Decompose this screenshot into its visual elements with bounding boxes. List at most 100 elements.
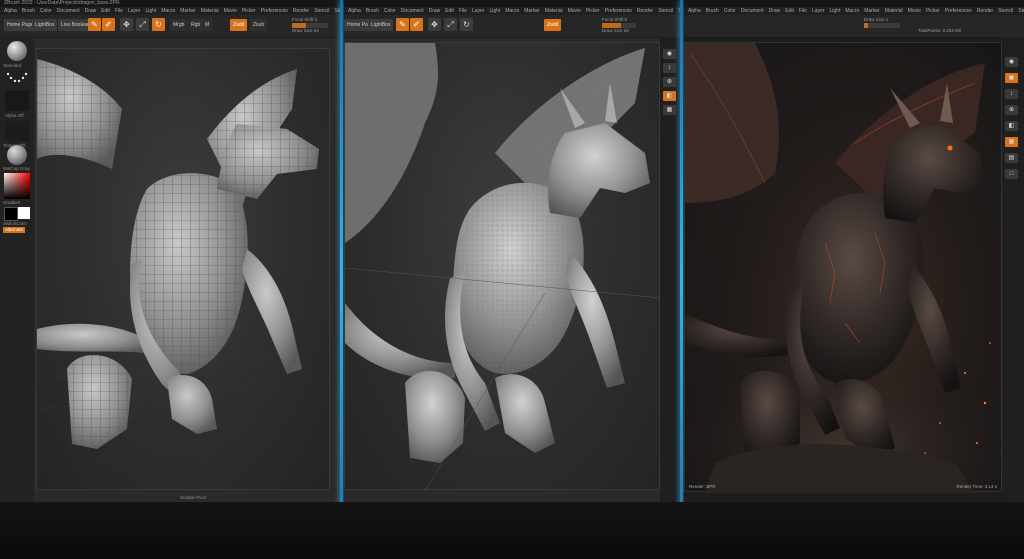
spix-button[interactable]: ▣ xyxy=(1005,73,1018,83)
menu-item-document[interactable]: Document xyxy=(741,8,764,14)
menu-item-picker[interactable]: Picker xyxy=(926,8,940,14)
menu-item-picker[interactable]: Picker xyxy=(242,8,256,14)
move-button[interactable]: ✥ xyxy=(428,18,441,31)
menu-item-marker[interactable]: Marker xyxy=(524,8,540,14)
scroll-button[interactable]: ↕ xyxy=(1005,89,1018,99)
main-menu[interactable]: Alpha Brush Color Document Draw Edit File Layer… xyxy=(344,7,680,15)
menu-item-preferences[interactable]: Preferences xyxy=(261,8,288,14)
menu-item-color[interactable]: Color xyxy=(384,8,396,14)
menu-item-edit[interactable]: Edit xyxy=(445,8,454,14)
viewport-canvas[interactable] xyxy=(36,48,331,491)
menu-item-draw[interactable]: Draw xyxy=(769,8,781,14)
move-button[interactable]: ✥ xyxy=(120,18,133,31)
menu-item-edit[interactable]: Edit xyxy=(785,8,794,14)
viewport-canvas[interactable] xyxy=(344,42,661,491)
actual-button[interactable]: ◧ xyxy=(1005,121,1018,131)
persp-button[interactable]: ▦ xyxy=(663,105,676,115)
edit-button[interactable]: ✎ xyxy=(88,18,101,31)
menu-item-picker[interactable]: Picker xyxy=(586,8,600,14)
main-menu[interactable]: Alpha Brush Color Document Draw Edit File Layer… xyxy=(684,7,1024,15)
main-color-swatch[interactable] xyxy=(4,207,18,221)
menu-item-preferences[interactable]: Preferences xyxy=(945,8,972,14)
menu-item-layer[interactable]: Layer xyxy=(472,8,485,14)
zadd-button[interactable]: Zadd xyxy=(230,19,248,31)
menu-item-edit[interactable]: Edit xyxy=(101,8,110,14)
scale-button[interactable]: ⤢ xyxy=(136,18,149,31)
menu-item-movie[interactable]: Movie xyxy=(224,8,237,14)
brush-icon[interactable] xyxy=(7,41,27,61)
render-canvas[interactable]: Active Points: 1.812 Mil xyxy=(684,42,1002,493)
zsub-button[interactable]: Zsub xyxy=(250,19,268,31)
alpha-icon[interactable] xyxy=(5,91,29,111)
scroll-button[interactable]: ↕ xyxy=(663,63,676,73)
lightbox-button[interactable]: LightBox xyxy=(368,19,394,31)
menu-item-layer[interactable]: Layer xyxy=(128,8,141,14)
color-picker-icon[interactable] xyxy=(4,173,30,199)
menu-item-macro[interactable]: Macro xyxy=(505,8,519,14)
menu-item-marker[interactable]: Marker xyxy=(864,8,880,14)
floor-button[interactable]: ▤ xyxy=(1005,153,1018,163)
menu-item-stroke[interactable]: Stroke xyxy=(1018,8,1024,14)
persp-button[interactable]: ▦ xyxy=(1005,137,1018,147)
menu-item-color[interactable]: Color xyxy=(724,8,736,14)
menu-item-document[interactable]: Document xyxy=(57,8,80,14)
texture-icon[interactable] xyxy=(5,121,29,141)
alternate-toggle[interactable]: Alternate xyxy=(3,227,26,233)
rotate-button[interactable]: ↻ xyxy=(460,18,473,31)
menu-item-alpha[interactable]: Alpha xyxy=(4,8,17,14)
menu-item-render[interactable]: Render xyxy=(293,8,309,14)
scale-button[interactable]: ⤢ xyxy=(444,18,457,31)
menu-item-preferences[interactable]: Preferences xyxy=(605,8,632,14)
mrgb-button[interactable]: Mrgb xyxy=(170,19,188,31)
menu-item-alpha[interactable]: Alpha xyxy=(688,8,701,14)
menu-item-render[interactable]: Render xyxy=(977,8,993,14)
draw-button[interactable]: ✐ xyxy=(102,18,115,31)
menu-item-movie[interactable]: Movie xyxy=(568,8,581,14)
bpr-button[interactable]: ◉ xyxy=(1005,57,1018,67)
menu-item-color[interactable]: Color xyxy=(40,8,52,14)
menu-item-draw[interactable]: Draw xyxy=(85,8,97,14)
draw-button[interactable]: ✐ xyxy=(410,18,423,31)
secondary-color-swatch[interactable] xyxy=(18,207,30,219)
edit-button[interactable]: ✎ xyxy=(396,18,409,31)
bpr-button[interactable]: ◉ xyxy=(663,49,676,59)
menu-item-brush[interactable]: Brush xyxy=(366,8,379,14)
menu-item-macro[interactable]: Macro xyxy=(161,8,175,14)
menu-item-material[interactable]: Material xyxy=(201,8,219,14)
menu-item-marker[interactable]: Marker xyxy=(180,8,196,14)
main-menu[interactable]: Alpha Brush Color Document Draw Edit File Layer… xyxy=(0,7,340,15)
rotate-button[interactable]: ↻ xyxy=(152,18,165,31)
menu-item-brush[interactable]: Brush xyxy=(706,8,719,14)
menu-item-movie[interactable]: Movie xyxy=(908,8,921,14)
material-sphere-icon[interactable] xyxy=(7,145,27,165)
menu-item-file[interactable]: File xyxy=(115,8,123,14)
lightbox-button[interactable]: LightBox xyxy=(32,19,58,31)
menu-item-stencil[interactable]: Stencil xyxy=(998,8,1013,14)
menu-item-alpha[interactable]: Alpha xyxy=(348,8,361,14)
menu-item-document[interactable]: Document xyxy=(401,8,424,14)
menu-item-macro[interactable]: Macro xyxy=(845,8,859,14)
rgb-button[interactable]: Rgb xyxy=(188,19,204,31)
draw-size-slider[interactable] xyxy=(864,23,900,28)
menu-item-layer[interactable]: Layer xyxy=(812,8,825,14)
stroke-icon[interactable] xyxy=(5,70,29,86)
menu-item-material[interactable]: Material xyxy=(885,8,903,14)
zadd-button[interactable]: Zadd xyxy=(544,19,562,31)
actual-button[interactable]: ◧ xyxy=(663,91,676,101)
zoom-button[interactable]: ⊕ xyxy=(1005,105,1018,115)
zoom-button[interactable]: ⊕ xyxy=(663,77,676,87)
menu-item-render[interactable]: Render xyxy=(637,8,653,14)
menu-item-stencil[interactable]: Stencil xyxy=(658,8,673,14)
menu-item-file[interactable]: File xyxy=(459,8,467,14)
frame-button[interactable]: □ xyxy=(1005,169,1018,179)
menu-item-light[interactable]: Light xyxy=(829,8,840,14)
menu-item-stencil[interactable]: Stencil xyxy=(314,8,329,14)
menu-item-brush[interactable]: Brush xyxy=(22,8,35,14)
menu-item-light[interactable]: Light xyxy=(145,8,156,14)
menu-item-file[interactable]: File xyxy=(799,8,807,14)
menu-item-light[interactable]: Light xyxy=(489,8,500,14)
switch-color-label[interactable]: SwitchColor xyxy=(3,221,27,226)
menu-item-draw[interactable]: Draw xyxy=(429,8,441,14)
menu-item-material[interactable]: Material xyxy=(545,8,563,14)
m-button[interactable]: M xyxy=(202,19,213,31)
